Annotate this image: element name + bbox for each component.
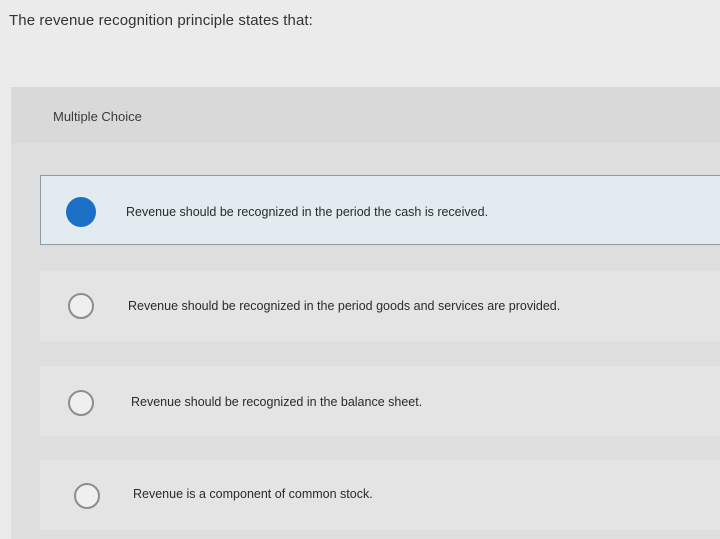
question-type-label: Multiple Choice bbox=[53, 109, 142, 124]
answer-option-label: Revenue should be recognized in the bala… bbox=[131, 395, 423, 409]
answer-option-label: Revenue is a component of common stock. bbox=[133, 487, 373, 501]
answer-option-label: Revenue should be recognized in the peri… bbox=[126, 205, 489, 219]
answer-option-1[interactable]: Revenue should be recognized in the peri… bbox=[40, 175, 720, 245]
answer-option-4[interactable]: Revenue is a component of common stock. bbox=[40, 460, 720, 530]
radio-unchecked-icon[interactable] bbox=[68, 293, 94, 319]
question-text: The revenue recognition principle states… bbox=[9, 12, 313, 29]
radio-unchecked-icon[interactable] bbox=[68, 390, 94, 416]
answer-option-2[interactable]: Revenue should be recognized in the peri… bbox=[40, 271, 720, 341]
radio-unchecked-icon[interactable] bbox=[74, 483, 100, 509]
answer-option-label: Revenue should be recognized in the peri… bbox=[128, 299, 561, 313]
answer-option-3[interactable]: Revenue should be recognized in the bala… bbox=[40, 366, 720, 436]
radio-checked-icon[interactable] bbox=[66, 197, 96, 227]
question-type-header: Multiple Choice bbox=[11, 87, 720, 143]
